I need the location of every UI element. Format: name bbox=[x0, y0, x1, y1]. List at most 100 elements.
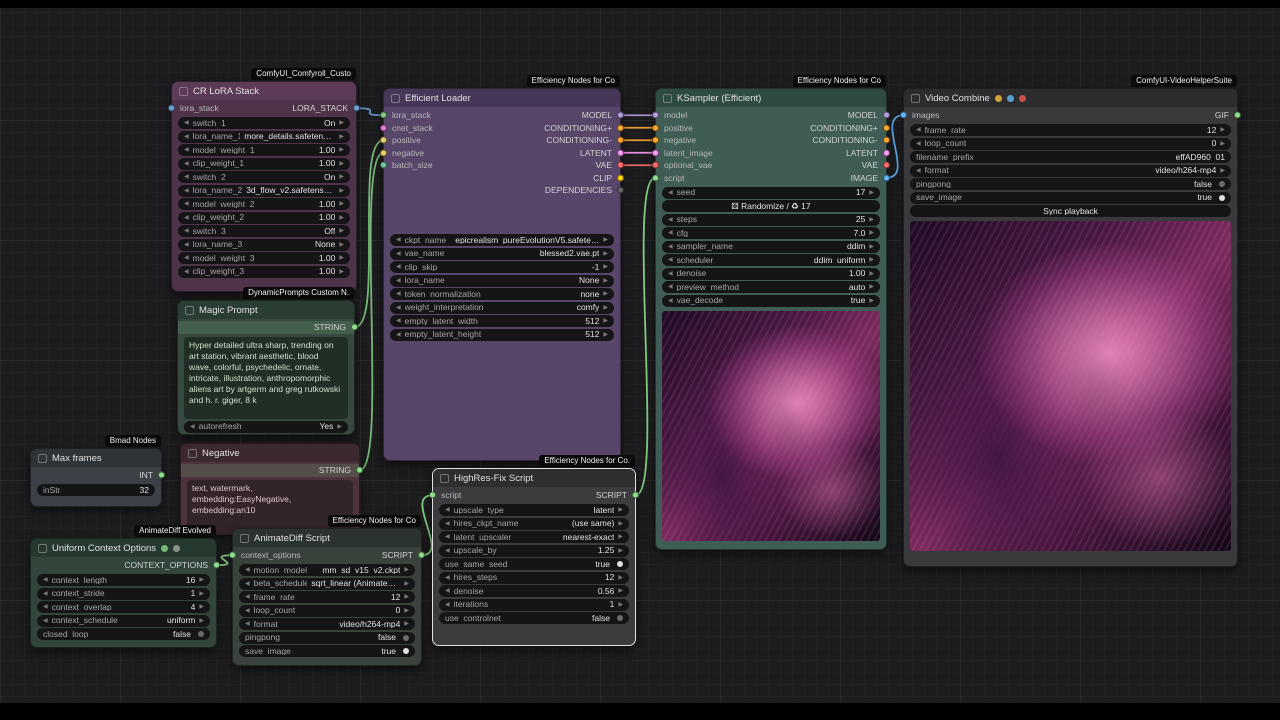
output-dot-MODEL[interactable] bbox=[883, 112, 890, 119]
output-dot-CONDITIONING-[interactable] bbox=[617, 137, 624, 144]
widget-hires_ckpt_name[interactable]: ◀hires_ckpt_name(use same)▶ bbox=[439, 518, 629, 530]
increment-arrow-icon[interactable]: ▶ bbox=[618, 575, 623, 581]
widget-preview_method[interactable]: ◀preview_methodauto▶ bbox=[662, 281, 880, 293]
input-dot-negative[interactable] bbox=[380, 149, 387, 156]
increment-arrow-icon[interactable]: ▶ bbox=[618, 507, 623, 513]
widget-frame_rate[interactable]: ◀frame_rate12▶ bbox=[910, 124, 1231, 136]
widget-motion_model[interactable]: ◀motion_modelmm_sd_v15_v2.ckpt▶ bbox=[239, 564, 415, 576]
widget-ckpt_name[interactable]: ◀ckpt_nameepicrealism_pureEvolutionV5.sa… bbox=[390, 234, 614, 246]
output-dot-CONDITIONING-[interactable] bbox=[883, 137, 890, 144]
widget-empty_latent_width[interactable]: ◀empty_latent_width512▶ bbox=[390, 315, 614, 327]
increment-arrow-icon[interactable]: ▶ bbox=[869, 271, 874, 277]
decrement-arrow-icon[interactable]: ◀ bbox=[43, 604, 48, 610]
node-canvas[interactable]: ComfyUI_Comfyroll_CustoCR LoRA Stacklora… bbox=[0, 0, 1280, 720]
widget-lora_name_1[interactable]: ◀lora_name_1more_details.safetensors▶ bbox=[178, 131, 350, 143]
node-header[interactable]: Max frames bbox=[31, 449, 161, 467]
decrement-arrow-icon[interactable]: ◀ bbox=[916, 141, 921, 147]
widget-format[interactable]: ◀formatvideo/h264-mp4▶ bbox=[239, 618, 415, 630]
increment-arrow-icon[interactable]: ▶ bbox=[1220, 168, 1225, 174]
output-dot-MODEL[interactable] bbox=[617, 112, 624, 119]
widget-model_weight_1[interactable]: ◀model_weight_11.00▶ bbox=[178, 144, 350, 156]
sync-playback-button[interactable]: Sync playback bbox=[910, 205, 1231, 217]
increment-arrow-icon[interactable]: ▶ bbox=[1220, 141, 1225, 147]
decrement-arrow-icon[interactable]: ◀ bbox=[445, 575, 450, 581]
decrement-arrow-icon[interactable]: ◀ bbox=[43, 577, 48, 583]
input-dot-script[interactable] bbox=[429, 492, 436, 499]
input-dot-batch_size[interactable] bbox=[380, 162, 387, 169]
decrement-arrow-icon[interactable]: ◀ bbox=[184, 147, 189, 153]
toggle-knob[interactable] bbox=[403, 635, 409, 641]
increment-arrow-icon[interactable]: ▶ bbox=[404, 581, 409, 587]
toggle-knob[interactable] bbox=[403, 648, 409, 654]
collapse-icon[interactable] bbox=[185, 306, 194, 315]
output-dot-CONTEXT_OPTIONS[interactable] bbox=[213, 562, 220, 569]
node-uniform_context[interactable]: AnimateDiff EvolvedUniform Context Optio… bbox=[30, 538, 217, 648]
widget-switch_2[interactable]: ◀switch_2On▶ bbox=[178, 171, 350, 183]
decrement-arrow-icon[interactable]: ◀ bbox=[43, 618, 48, 624]
increment-arrow-icon[interactable]: ▶ bbox=[199, 591, 204, 597]
widget-context_overlap[interactable]: ◀context_overlap4▶ bbox=[37, 601, 210, 613]
increment-arrow-icon[interactable]: ▶ bbox=[618, 548, 623, 554]
output-dot-CONDITIONING+[interactable] bbox=[883, 124, 890, 131]
input-dot-images[interactable] bbox=[900, 112, 907, 119]
input-dot-latent_image[interactable] bbox=[652, 149, 659, 156]
input-dot-positive[interactable] bbox=[652, 124, 659, 131]
increment-arrow-icon[interactable]: ▶ bbox=[339, 120, 344, 126]
collapse-icon[interactable] bbox=[188, 449, 197, 458]
widget-scheduler[interactable]: ◀schedulerddim_uniform▶ bbox=[662, 254, 880, 266]
increment-arrow-icon[interactable]: ▶ bbox=[869, 284, 874, 290]
widget-context_length[interactable]: ◀context_length16▶ bbox=[37, 574, 210, 586]
widget-weight_interpretation[interactable]: ◀weight_interpretationcomfy▶ bbox=[390, 302, 614, 314]
output-dot-CONDITIONING+[interactable] bbox=[617, 124, 624, 131]
widget-vae_decode[interactable]: ◀vae_decodetrue▶ bbox=[662, 295, 880, 307]
decrement-arrow-icon[interactable]: ◀ bbox=[184, 255, 189, 261]
collapse-icon[interactable] bbox=[663, 94, 672, 103]
decrement-arrow-icon[interactable]: ◀ bbox=[668, 244, 673, 250]
widget-context_schedule[interactable]: ◀context_scheduleuniform▶ bbox=[37, 615, 210, 627]
node-header[interactable]: Negative bbox=[181, 444, 359, 462]
output-dot-VAE[interactable] bbox=[883, 162, 890, 169]
widget-model_weight_3[interactable]: ◀model_weight_31.00▶ bbox=[178, 252, 350, 264]
widget-switch_3[interactable]: ◀switch_3Off▶ bbox=[178, 225, 350, 237]
collapse-icon[interactable] bbox=[38, 544, 47, 553]
widget-use_same_seed[interactable]: use_same_seedtrue bbox=[439, 558, 629, 570]
increment-arrow-icon[interactable]: ▶ bbox=[603, 237, 608, 243]
widget-token_normalization[interactable]: ◀token_normalizationnone▶ bbox=[390, 288, 614, 300]
output-dot-IMAGE[interactable] bbox=[883, 174, 890, 181]
increment-arrow-icon[interactable]: ▶ bbox=[339, 188, 344, 194]
input-dot-context_options[interactable] bbox=[229, 552, 236, 559]
widget-format[interactable]: ◀formatvideo/h264-mp4▶ bbox=[910, 165, 1231, 177]
increment-arrow-icon[interactable]: ▶ bbox=[339, 269, 344, 275]
node-header[interactable]: HighRes-Fix Script bbox=[433, 469, 635, 487]
widget-lora_name_2[interactable]: ◀lora_name_23d_flow_v2.safetensors▶ bbox=[178, 185, 350, 197]
widget-clip_weight_2[interactable]: ◀clip_weight_21.00▶ bbox=[178, 212, 350, 224]
toggle-knob[interactable] bbox=[198, 631, 204, 637]
widget-cfg[interactable]: ◀cfg7.0▶ bbox=[662, 227, 880, 239]
increment-arrow-icon[interactable]: ▶ bbox=[339, 201, 344, 207]
input-dot-cnet_stack[interactable] bbox=[380, 124, 387, 131]
widget-pingpong[interactable]: pingpongfalse bbox=[239, 632, 415, 644]
node-header[interactable]: AnimateDiff Script bbox=[233, 529, 421, 547]
decrement-arrow-icon[interactable]: ◀ bbox=[396, 278, 401, 284]
increment-arrow-icon[interactable]: ▶ bbox=[618, 521, 623, 527]
decrement-arrow-icon[interactable]: ◀ bbox=[184, 174, 189, 180]
increment-arrow-icon[interactable]: ▶ bbox=[337, 424, 342, 430]
increment-arrow-icon[interactable]: ▶ bbox=[869, 298, 874, 304]
widget-save_image[interactable]: save_imagetrue bbox=[239, 645, 415, 657]
node-header[interactable]: Efficient Loader bbox=[384, 89, 620, 107]
output-dot-STRING[interactable] bbox=[351, 324, 358, 331]
decrement-arrow-icon[interactable]: ◀ bbox=[668, 284, 673, 290]
output-dot-LATENT[interactable] bbox=[883, 149, 890, 156]
decrement-arrow-icon[interactable]: ◀ bbox=[245, 581, 250, 587]
increment-arrow-icon[interactable]: ▶ bbox=[603, 251, 608, 257]
widget-latent_upscaler[interactable]: ◀latent_upscalernearest-exact▶ bbox=[439, 531, 629, 543]
widget-denoise[interactable]: ◀denoise1.00▶ bbox=[662, 268, 880, 280]
widget-steps[interactable]: ◀steps25▶ bbox=[662, 214, 880, 226]
decrement-arrow-icon[interactable]: ◀ bbox=[184, 269, 189, 275]
widget-save_image[interactable]: save_imagetrue bbox=[910, 192, 1231, 204]
widget-lora_name_3[interactable]: ◀lora_name_3None▶ bbox=[178, 239, 350, 251]
decrement-arrow-icon[interactable]: ◀ bbox=[184, 215, 189, 221]
decrement-arrow-icon[interactable]: ◀ bbox=[445, 507, 450, 513]
increment-arrow-icon[interactable]: ▶ bbox=[199, 577, 204, 583]
decrement-arrow-icon[interactable]: ◀ bbox=[396, 251, 401, 257]
